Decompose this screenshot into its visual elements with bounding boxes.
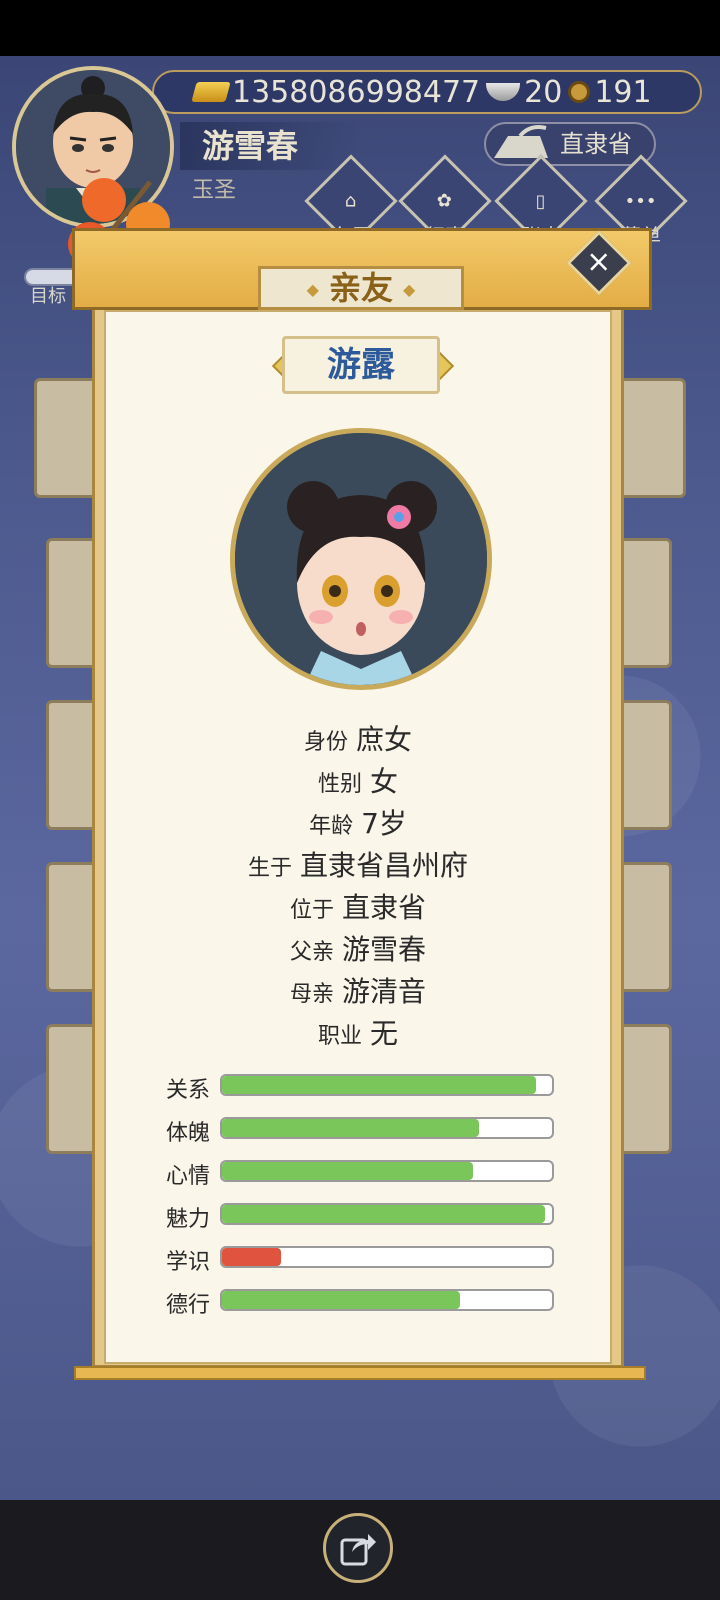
stat-bar-physique	[220, 1117, 554, 1139]
stat-bar-charm	[220, 1203, 554, 1225]
share-icon	[340, 1534, 376, 1566]
stat-label-physique: 体魄	[166, 1121, 211, 1146]
coin-currency: 191	[568, 74, 652, 110]
info-value: 直隶省	[342, 891, 427, 924]
info-key: 职业	[317, 1024, 362, 1049]
close-icon: ×	[586, 244, 612, 280]
stat-bar-knowledge	[220, 1246, 554, 1268]
stat-fill	[222, 1291, 460, 1309]
info-key: 父亲	[289, 940, 334, 965]
info-key: 生于	[247, 856, 292, 881]
info-row-status: 身份 庶女	[104, 718, 612, 758]
stat-fill	[222, 1205, 546, 1223]
stat-label-virtue: 德行	[166, 1293, 211, 1318]
gold-ingot-icon	[191, 82, 231, 102]
house-icon: ⌂	[345, 190, 357, 212]
stat-bar-mood	[220, 1160, 554, 1182]
info-key: 位于	[289, 898, 334, 923]
girl-face-icon	[235, 433, 487, 685]
stat-fill	[222, 1076, 536, 1094]
stat-label-knowledge: 学识	[166, 1250, 211, 1275]
location-label: 直隶省	[560, 130, 632, 158]
info-key: 身份	[303, 730, 348, 755]
info-row-gender: 性别女	[104, 760, 612, 800]
book-icon: ▯	[536, 190, 546, 212]
info-value: 游清音	[342, 975, 427, 1008]
info-key: 性别	[317, 772, 362, 797]
diamond-icon: ◆	[403, 280, 416, 299]
goal-label: 目标	[30, 286, 66, 307]
dialog-title-text: 亲友	[328, 269, 393, 307]
silver-currency: 20	[486, 75, 562, 110]
info-value: 7岁	[361, 807, 407, 840]
background-card	[616, 862, 672, 992]
background-card	[616, 1024, 672, 1154]
info-row-birthplace: 生于 直隶省昌州府	[104, 844, 612, 884]
stat-bar-virtue	[220, 1289, 554, 1311]
stat-fill	[222, 1162, 473, 1180]
more-icon: •••	[625, 190, 657, 212]
background-card	[616, 700, 672, 830]
coin-amount: 191	[594, 74, 652, 110]
info-value: 女	[370, 765, 399, 798]
friend-portrait	[230, 428, 492, 690]
info-value: 无	[370, 1017, 399, 1050]
status-bar	[0, 0, 720, 56]
stat-label-relationship: 关系	[166, 1078, 211, 1103]
info-value: 庶女	[356, 723, 413, 756]
info-row-mother: 母亲 游清音	[104, 970, 612, 1010]
stat-label-charm: 魅力	[166, 1207, 211, 1232]
info-row-father: 父亲 游雪春	[104, 928, 612, 968]
coin-icon	[568, 81, 591, 103]
bow-icon: ✿	[437, 190, 453, 212]
stat-label-mood: 心情	[166, 1164, 211, 1189]
dialog-bottom-rod	[74, 1366, 646, 1380]
info-key: 年龄	[309, 814, 354, 839]
info-row-location: 位于 直隶省	[104, 886, 612, 926]
info-key: 母亲	[289, 982, 334, 1007]
diamond-icon: ◆	[306, 280, 319, 299]
gold-currency: 1358086998477	[191, 74, 481, 110]
currency-bar: 1358086998477 20 191	[152, 70, 702, 114]
share-button[interactable]	[323, 1513, 393, 1583]
info-value: 直隶省昌州府	[300, 849, 469, 882]
dialog-title: ◆ 亲友 ◆	[258, 266, 464, 310]
stat-bar-relationship	[220, 1074, 554, 1096]
background-card	[616, 538, 672, 668]
info-row-occupation: 职业无	[104, 1012, 612, 1052]
silver-ingot-icon	[486, 83, 521, 101]
info-value: 游雪春	[342, 933, 427, 966]
friend-name: 游露	[282, 336, 440, 394]
info-row-age: 年龄 7岁	[104, 802, 612, 842]
stat-fill	[222, 1248, 282, 1266]
player-name: 游雪春	[180, 122, 362, 170]
silver-amount: 20	[524, 74, 563, 110]
player-title: 玉圣	[192, 178, 237, 203]
stat-fill	[222, 1119, 480, 1137]
gold-amount: 1358086998477	[232, 74, 481, 110]
